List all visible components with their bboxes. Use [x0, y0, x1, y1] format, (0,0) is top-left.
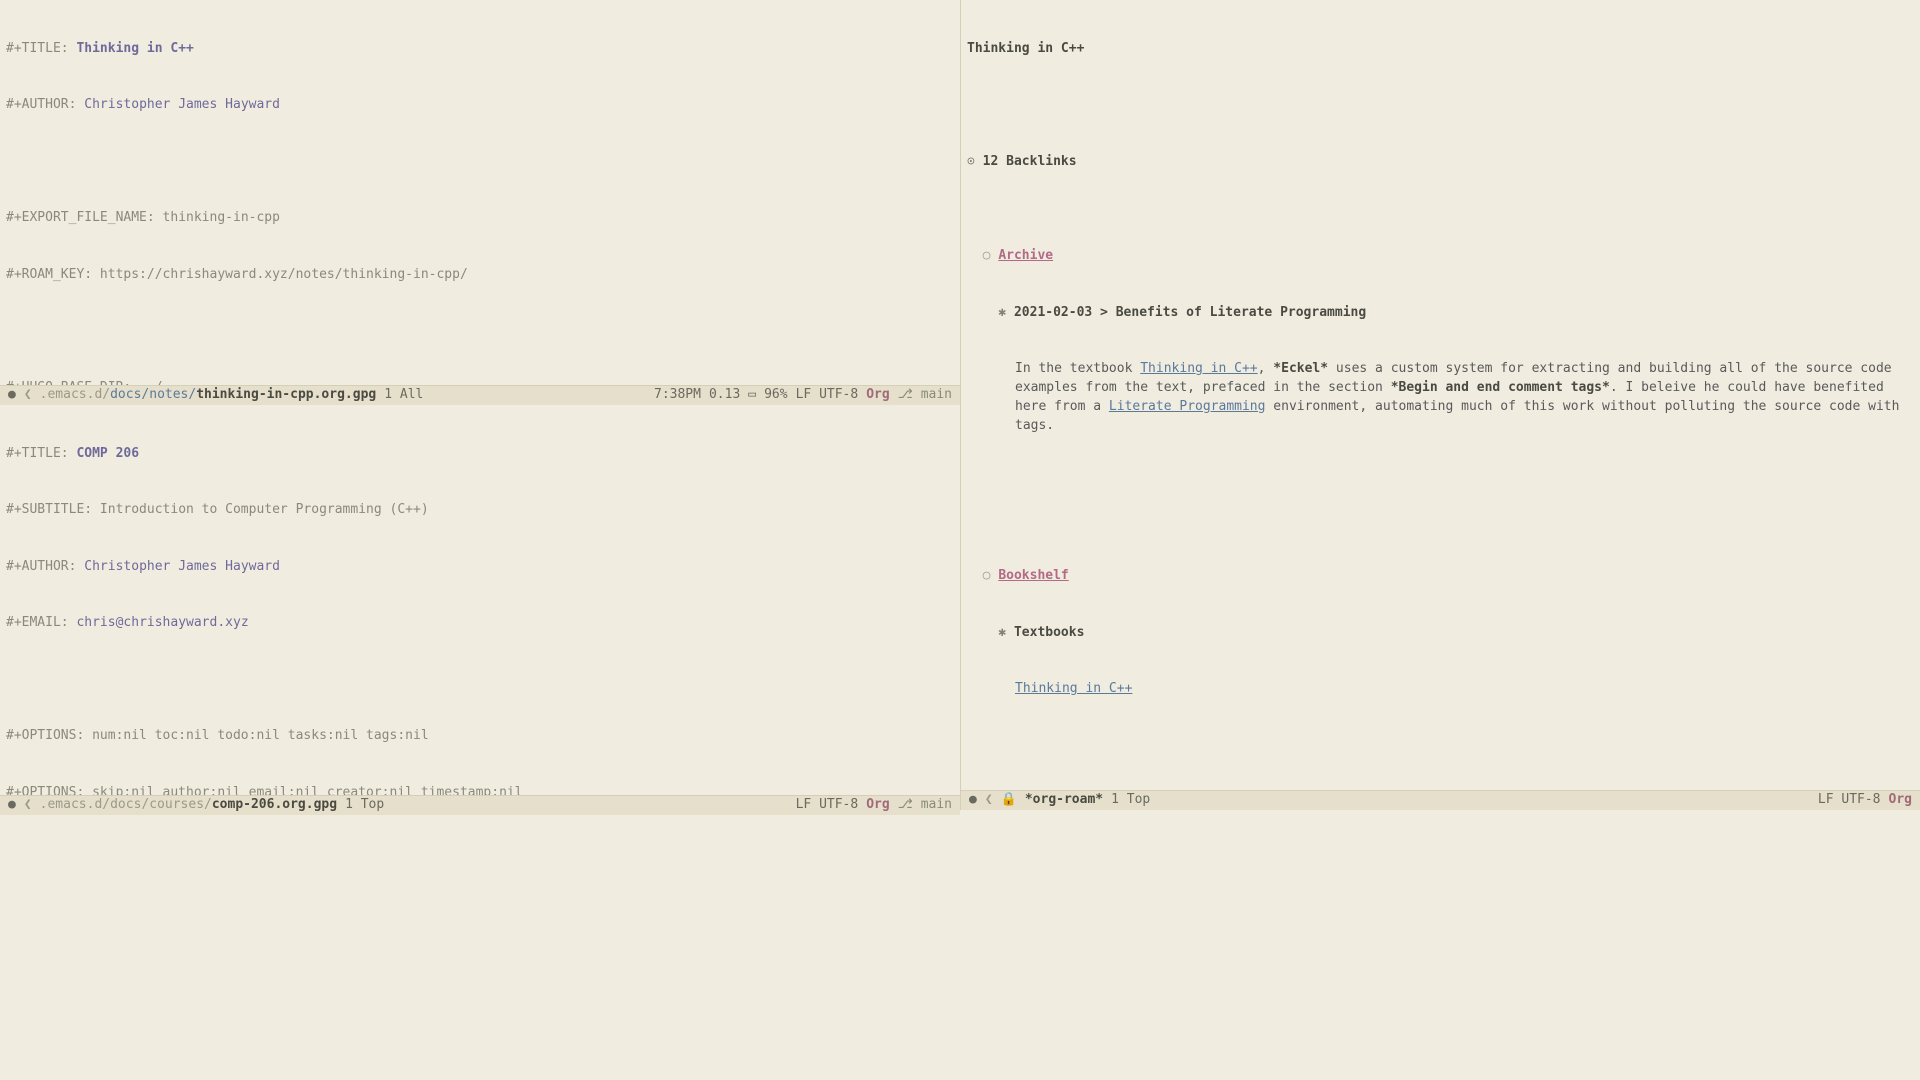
title-key: #+TITLE: — [6, 41, 76, 56]
back-icon[interactable]: ❮ — [24, 796, 32, 815]
position: 1 All — [384, 386, 423, 405]
buffer-path: .emacs.d/docs/courses/comp-206.org.gpg — [40, 796, 337, 815]
bottom-modeline: ● ❮ .emacs.d/docs/courses/comp-206.org.g… — [0, 795, 960, 815]
major-mode: Org — [866, 796, 889, 815]
position: 1 Top — [1111, 791, 1150, 810]
archive-link[interactable]: Archive — [998, 248, 1053, 263]
git-branch: main — [921, 386, 952, 405]
position: 1 Top — [345, 796, 384, 815]
title-value: Thinking in C++ — [76, 41, 193, 56]
title-value: COMP 206 — [76, 446, 139, 461]
major-mode: Org — [1889, 791, 1912, 810]
backlinks-title: Thinking in C++ — [967, 40, 1914, 59]
bottom-buffer[interactable]: #+TITLE: COMP 206 #+SUBTITLE: Introducti… — [0, 405, 960, 795]
back-icon[interactable]: ❮ — [24, 386, 32, 405]
load: 0.13 — [709, 386, 740, 405]
backlinks-count: 12 Backlinks — [983, 154, 1077, 169]
thinking-link[interactable]: Thinking in C++ — [1015, 681, 1132, 696]
modified-icon: ● — [8, 386, 16, 405]
battery-pct: 96% — [764, 386, 787, 405]
git-branch-icon: ⎇ — [898, 386, 913, 405]
modified-icon: ● — [8, 796, 16, 815]
thinking-link[interactable]: Thinking in C++ — [1140, 361, 1257, 376]
git-branch-icon: ⎇ — [898, 796, 913, 815]
encoding: LF UTF-8 — [796, 386, 859, 405]
battery-icon: ▭ — [748, 386, 756, 405]
top-buffer[interactable]: #+TITLE: Thinking in C++ #+AUTHOR: Chris… — [0, 0, 960, 385]
author-value: Christopher James Hayward — [84, 97, 280, 112]
back-icon[interactable]: ❮ — [985, 791, 993, 810]
bookshelf-link[interactable]: Bookshelf — [998, 568, 1068, 583]
buffer-path: .emacs.d/docs/notes/thinking-in-cpp.org.… — [40, 386, 377, 405]
right-modeline: ● ❮ 🔒 *org-roam* 1 Top LF UTF-8 Org — [960, 790, 1920, 810]
buffer-name: *org-roam* — [1025, 791, 1103, 810]
encoding: LF UTF-8 — [1818, 791, 1881, 810]
encoding: LF UTF-8 — [796, 796, 859, 815]
major-mode: Org — [866, 386, 889, 405]
git-branch: main — [921, 796, 952, 815]
lock-icon: 🔒 — [1001, 791, 1017, 810]
top-modeline: ● ❮ .emacs.d/docs/notes/thinking-in-cpp.… — [0, 385, 960, 405]
time: 7:38PM — [654, 386, 701, 405]
litprog-link[interactable]: Literate Programming — [1109, 399, 1266, 414]
author-key: #+AUTHOR: — [6, 97, 84, 112]
modified-icon: ● — [969, 791, 977, 810]
backlinks-buffer[interactable]: Thinking in C++ ⊙ 12 Backlinks ○ Archive… — [960, 0, 1920, 790]
